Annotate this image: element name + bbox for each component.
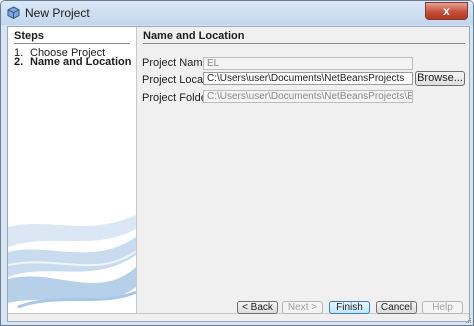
back-button[interactable]: < Back: [237, 301, 278, 314]
cancel-button[interactable]: Cancel: [376, 301, 417, 314]
close-icon: x: [443, 4, 450, 18]
step-label: Name and Location: [30, 56, 132, 68]
netbeans-swoosh-graphic: [8, 215, 136, 309]
netbeans-cube-icon: [7, 6, 20, 19]
project-location-field[interactable]: C:\Users\user\Documents\NetBeansProjects: [203, 72, 413, 85]
steps-heading-divider: [14, 43, 130, 44]
steps-heading: Steps: [14, 30, 44, 42]
next-button[interactable]: Next >: [282, 301, 323, 314]
project-name-field[interactable]: EL: [203, 57, 413, 70]
close-button[interactable]: x: [425, 2, 468, 20]
project-folder-field[interactable]: C:\Users\user\Documents\NetBeansProjects…: [203, 90, 413, 103]
dialog-body: Steps 1. Choose Project 2. Name and Locati…: [7, 26, 470, 322]
new-project-dialog: New Project x Steps 1. Choose Project 2. N…: [0, 0, 474, 326]
project-name-label: Project Name:: [142, 57, 212, 69]
window-title: New Project: [25, 6, 90, 20]
help-button[interactable]: Help: [422, 301, 463, 314]
browse-button[interactable]: Browse...: [415, 71, 465, 86]
panel-heading-divider: [143, 43, 465, 44]
finish-button[interactable]: Finish: [329, 301, 370, 314]
panel-title: Name and Location: [143, 30, 245, 42]
step-number: 2.: [14, 56, 24, 68]
step-item-name-and-location: 2. Name and Location: [14, 56, 131, 68]
title-bar[interactable]: New Project x: [1, 1, 473, 25]
name-and-location-panel: Name and Location Project Name: EL Proje…: [137, 27, 469, 313]
steps-panel: Steps 1. Choose Project 2. Name and Locati…: [8, 27, 137, 313]
resize-grip-icon[interactable]: [464, 316, 472, 324]
